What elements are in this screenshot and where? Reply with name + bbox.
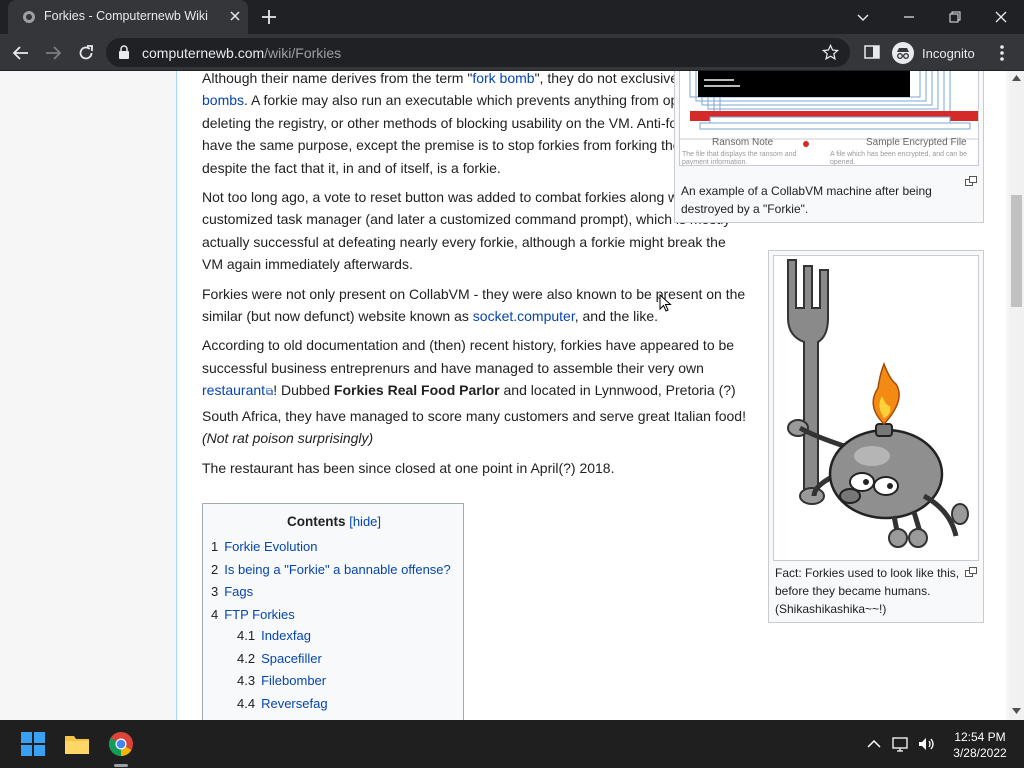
minimize-button[interactable] [886, 0, 932, 34]
encrypted-file-label: Sample Encrypted File [866, 137, 967, 148]
toc-item[interactable]: 3 Fags [211, 584, 253, 599]
browser-tab[interactable]: Forkies - Computernewb Wiki [8, 0, 248, 34]
back-button[interactable] [10, 42, 32, 64]
ransom-note-label: Ransom Note [712, 137, 774, 148]
side-panel-icon[interactable] [864, 44, 880, 60]
fork-bomb-link[interactable]: fork bomb [472, 71, 534, 86]
tab-title: Forkies - Computernewb Wiki [44, 9, 208, 23]
active-app-indicator [114, 764, 128, 767]
tab-search-button[interactable] [840, 0, 886, 34]
toc-item[interactable]: 4 FTP Forkies [211, 607, 295, 622]
chevron-down-icon [857, 14, 869, 21]
close-tab-icon[interactable] [228, 9, 242, 23]
close-icon [995, 11, 1007, 23]
toc-subitem[interactable]: 4.4 Reversefag [237, 696, 328, 711]
toc-item[interactable]: 2 Is being a "Forkie" a bannable offense? [211, 562, 451, 577]
incognito-label: Incognito [922, 45, 975, 61]
page-viewport: Although their name derives from the ter… [0, 71, 1024, 720]
scrollbar-thumb[interactable] [1011, 195, 1022, 307]
encrypted-file-desc: A file which has been encrypted, and can… [830, 151, 967, 166]
figure-collabvm: Ransom Note Sample Encrypted File The fi… [674, 71, 984, 223]
forkie-character-image [787, 259, 969, 548]
incognito-indicator[interactable]: Incognito [892, 41, 975, 65]
paragraph-4: According to old documentation and (then… [202, 334, 750, 449]
close-window-button[interactable] [978, 0, 1024, 34]
scroll-down-icon[interactable] [1012, 708, 1021, 714]
paragraph-5: The restaurant has been since closed at … [202, 459, 615, 476]
table-of-contents: Contents [hide] 1 Forkie Evolution 2 Is be… [202, 503, 464, 720]
arrow-left-icon [12, 46, 28, 60]
windows-taskbar: 12:54 PM 3/28/2022 [0, 720, 1024, 768]
scroll-up-icon[interactable] [1012, 75, 1021, 81]
collabvm-screenshot[interactable]: Ransom Note Sample Encrypted File The fi… [679, 71, 979, 166]
incognito-icon [892, 42, 914, 64]
page-scrollbar[interactable] [1009, 71, 1024, 720]
toc-hide-toggle[interactable]: [hide] [349, 514, 381, 529]
article-body: Although their name derives from the ter… [202, 71, 750, 486]
forkie-image-frame[interactable] [773, 255, 979, 561]
bookmark-star-icon[interactable] [822, 44, 839, 61]
paragraph-2: Not too long ago, a vote to reset button… [202, 189, 731, 273]
file-explorer-icon[interactable] [63, 730, 91, 758]
toc-subitem[interactable]: 4.2 Spacefiller [237, 651, 322, 666]
new-tab-icon[interactable] [260, 8, 278, 26]
chevron-up-icon[interactable] [864, 735, 884, 753]
toc-subitem[interactable]: 4.1 Indexfag [237, 628, 311, 643]
minimize-icon [904, 16, 914, 18]
reload-button[interactable] [75, 42, 97, 64]
taskbar-clock[interactable]: 12:54 PM 3/28/2022 [940, 729, 1020, 761]
address-bar[interactable]: computernewb.com/wiki/Forkies [106, 38, 850, 67]
network-icon[interactable] [891, 735, 911, 753]
toc-title: Contents [hide] [286, 514, 382, 529]
wiki-favicon-icon [23, 11, 35, 23]
socket-computer-link[interactable]: socket.computer [473, 308, 575, 324]
clock-date: 3/28/2022 [953, 746, 1007, 760]
ransom-note-desc: The file that displays the ransom and pa… [682, 151, 797, 166]
restore-icon [949, 11, 961, 23]
restore-button[interactable] [932, 0, 978, 34]
volume-icon[interactable] [916, 735, 936, 753]
url-text[interactable]: computernewb.com/wiki/Forkies [142, 45, 341, 61]
enlarge-icon[interactable] [965, 176, 977, 186]
arrow-right-icon [46, 46, 62, 60]
figure-caption-collabvm: An example of a CollabVM machine after b… [681, 184, 932, 216]
toc-item[interactable]: 1 Forkie Evolution [211, 539, 317, 554]
reload-icon [79, 45, 93, 60]
clock-time: 12:54 PM [954, 730, 1006, 744]
menu-kebab-icon[interactable] [996, 43, 1008, 63]
toc-subitem[interactable]: 4.3 Filebomber [237, 673, 326, 688]
mouse-cursor-icon [659, 294, 672, 312]
figure-forkie: Fact: Forkies used to look like this, be… [768, 250, 984, 623]
restaurant-link[interactable]: restaurant [202, 382, 273, 398]
forward-button[interactable] [42, 42, 64, 64]
figure-caption-forkie: Fact: Forkies used to look like this, be… [775, 566, 960, 616]
lock-icon[interactable] [118, 45, 130, 59]
paragraph-1: Although their name derives from the ter… [202, 71, 750, 179]
windows-start-icon[interactable] [19, 730, 47, 758]
browser-titlebar: Forkies - Computernewb Wiki [0, 0, 1024, 34]
wiki-content: Although their name derives from the ter… [176, 71, 1006, 720]
chrome-icon[interactable] [107, 730, 135, 758]
browser-toolbar: computernewb.com/wiki/Forkies Incognito [0, 34, 1024, 71]
